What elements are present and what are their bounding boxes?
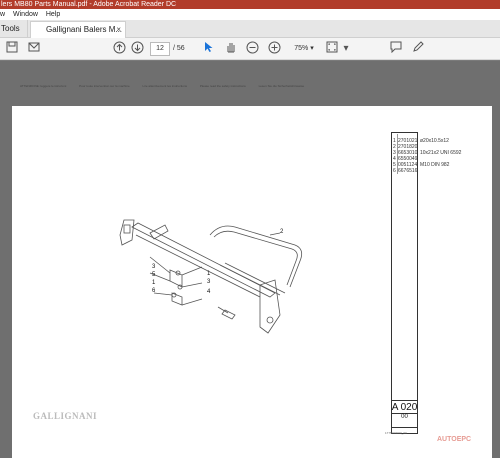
bracket-drawing [119,219,303,334]
minus-circle-icon[interactable] [245,41,259,57]
callout-label: 4 [207,289,211,295]
sheet-revision: 00 [401,414,408,420]
callout-label: 2 [280,229,284,235]
warning-text: Lire attentivement les instructions [142,84,188,88]
exploded-view-diagram: 2 3 5 1 6 1 3 4 [110,215,320,335]
callout-label: 3 [152,264,156,270]
menu-window[interactable]: Window [13,9,38,20]
callout-label: 1 [152,280,156,286]
zoom-value: 75% [294,45,309,52]
part-desc: 10x21x2 UNI 6592 [420,150,462,156]
hand-icon[interactable] [224,41,238,57]
page-total: / 56 [173,45,185,52]
callout-label: 5 [152,272,156,278]
callout-label: 1 [207,271,211,277]
parts-row: 6 6676516 [393,168,461,174]
pen-icon[interactable] [411,41,425,57]
zoom-select[interactable]: 75% ▾ [290,42,318,56]
footer-code: 1775000000_00 [385,431,407,435]
warning-text: Lesen Sie die Sicherheitshinweise [258,84,305,88]
up-arrow-icon[interactable] [112,41,126,57]
part-desc: M10 DIN 982 [420,162,450,168]
tab-document-label: Gallignani Balers M... [46,25,123,34]
tab-document[interactable]: Gallignani Balers M... × [30,21,126,38]
window-title: lers MB80 Parts Manual.pdf - Adobe Acrob… [0,0,500,9]
close-icon[interactable]: × [116,22,121,38]
chevron-down-icon[interactable]: ▾ [341,41,351,57]
tab-tools[interactable]: Tools [0,20,28,38]
warning-text: ATTENZIONE: leggere le istruzioni [20,84,67,88]
parts-table-frame [391,132,418,434]
brand-logo: GALLIGNANI [33,411,98,421]
chevron-down-icon: ▾ [310,45,314,52]
plus-circle-icon[interactable] [267,41,281,57]
callout-label: 6 [152,288,156,294]
parts-list: 1 2701021 ø20x10.5x12 2 2701820 3 6653010 10x… [393,138,461,174]
fit-page-icon[interactable] [325,41,339,57]
watermark: AUTOEPC [437,436,472,443]
down-arrow-icon[interactable] [130,41,144,57]
warning-banner: ATTENZIONE: leggere le istruzioni Pour t… [20,84,386,88]
cursor-icon[interactable] [203,41,215,57]
callout-label: 3 [207,279,211,285]
menu-view[interactable]: w [0,9,5,20]
part-desc: ø20x10.5x12 [420,138,449,144]
mail-icon[interactable] [27,41,41,57]
part-code: 6676516 [398,168,418,174]
warning-text: Pour toute intervention sur la machine [79,84,130,88]
toolbar: 12 / 56 75% ▾ ▾ [0,38,500,60]
menu-bar: w Window Help [0,9,500,20]
page-number-input[interactable]: 12 [150,42,170,56]
save-icon[interactable] [5,41,19,57]
warning-text: Please read the safety instructions [199,84,246,88]
sheet-id: A 020 [391,402,418,413]
tab-bar: Tools Gallignani Balers M... × [0,20,500,38]
comment-icon[interactable] [389,41,403,57]
menu-help[interactable]: Help [46,9,60,20]
